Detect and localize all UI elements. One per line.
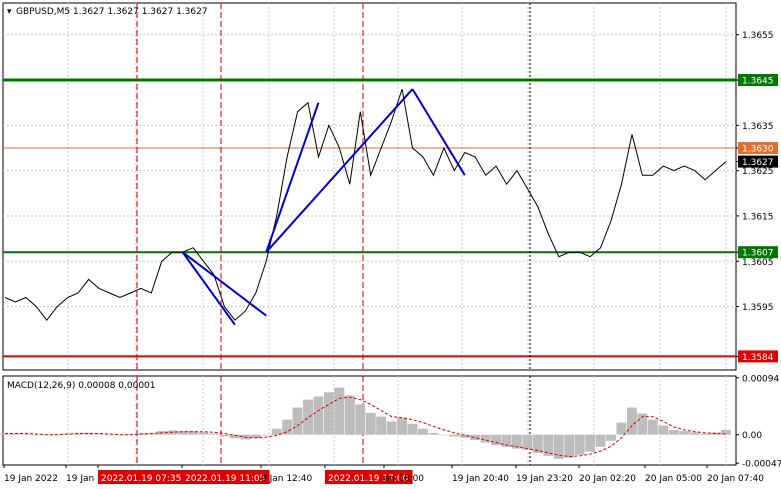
time-tick-label: 9 Jan 12:40	[261, 474, 313, 484]
macd-bar	[658, 425, 669, 435]
macd-bar	[303, 399, 313, 435]
macd-bar	[334, 387, 345, 435]
macd-bar	[418, 428, 428, 435]
macd-bar	[491, 434, 501, 445]
macd-bar	[449, 434, 460, 437]
time-tick-label: 20 Jan 07:40	[707, 474, 764, 484]
marked-time-label: 2022.01.19 11:05	[185, 474, 265, 484]
macd-header: MACD(12,26,9) 0.00008 0.00001	[7, 381, 156, 391]
chart-svg[interactable]: 1.36551.36451.36351.36301.36271.36251.36…	[0, 0, 781, 489]
time-tick-label: 19 Jan 20:40	[452, 474, 509, 484]
macd-bar	[198, 432, 209, 435]
macd-tick-label: -0.00047	[742, 460, 781, 470]
macd-bar	[700, 433, 710, 435]
level-price-label: 1.3630	[742, 144, 774, 154]
macd-bar	[721, 429, 731, 435]
chart-header: GBPUSD,M5 1.3627 1.3627 1.3627 1.3627	[16, 7, 208, 17]
macd-bar	[689, 432, 700, 435]
time-tick-label: 19 Jan 23:20	[516, 474, 573, 484]
macd-bar	[438, 434, 449, 436]
macd-bar	[376, 416, 387, 435]
macd-bar	[313, 396, 324, 435]
price-tick-label: 1.3615	[742, 212, 774, 222]
macd-bar	[104, 434, 115, 436]
macd-tick-label: 0.00094	[742, 374, 779, 384]
macd-bar	[386, 421, 397, 435]
macd-bar	[292, 407, 303, 435]
time-tick-label: 20 Jan 02:20	[579, 474, 636, 484]
macd-bar	[209, 433, 219, 435]
macd-bar	[543, 434, 554, 456]
macd-bar	[585, 434, 596, 452]
macd-bar	[668, 429, 679, 435]
macd-bar	[0, 433, 10, 435]
level-price-label: 1.3584	[742, 353, 774, 363]
time-tick-label: 20 Jan 05:00	[645, 474, 702, 484]
macd-bar	[20, 434, 31, 435]
macd-bar	[480, 434, 491, 443]
price-tick-label: 1.3635	[742, 122, 774, 132]
time-tick-label: an 18:00	[384, 474, 424, 484]
macd-bar	[522, 434, 533, 450]
symbol-triangle-icon: ▾	[7, 7, 12, 17]
macd-bar	[407, 423, 418, 435]
macd-bar	[355, 404, 366, 435]
price-tick-label: 1.3595	[742, 303, 774, 313]
marked-time-label: 2022.01.19 07:35	[101, 474, 181, 484]
macd-bar	[261, 434, 272, 436]
macd-bar	[219, 434, 230, 437]
macd-bar	[574, 434, 585, 455]
macd-bar	[606, 434, 616, 441]
macd-bar	[324, 392, 334, 435]
level-price-label: 1.3645	[742, 77, 774, 87]
price-tick-label: 1.3625	[742, 167, 774, 177]
macd-bar	[616, 422, 627, 435]
macd-bar	[365, 412, 376, 435]
price-tick-label: 1.3655	[742, 31, 774, 41]
macd-bar	[344, 395, 355, 435]
macd-bar	[397, 417, 407, 435]
price-tick-label: 1.3605	[742, 258, 774, 268]
macd-bar	[428, 432, 439, 435]
macd-bar	[564, 434, 575, 458]
macd-bar	[647, 419, 658, 435]
macd-bar	[595, 434, 606, 447]
macd-bar	[679, 431, 690, 435]
time-tick-label: 19 Jan 2022	[4, 474, 58, 484]
macd-bar	[627, 407, 637, 435]
macd-tick-label: 0.00	[742, 431, 762, 441]
time-tick-label: 19 Jan	[66, 474, 94, 484]
macd-bar	[31, 434, 42, 436]
